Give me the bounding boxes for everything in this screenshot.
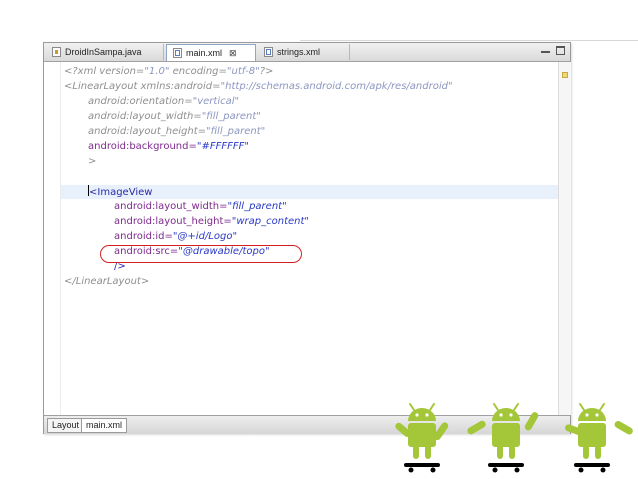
editor-gutter bbox=[44, 62, 61, 415]
tab-strings-xml[interactable]: strings.xml bbox=[258, 44, 350, 60]
maximize-icon[interactable] bbox=[556, 46, 565, 55]
tab-main-xml[interactable]: main.xml ⊠ bbox=[166, 44, 256, 61]
code-line-11: android:id="@+id/Logo" bbox=[114, 231, 238, 242]
code-line-3: android:orientation="vertical" bbox=[88, 96, 240, 107]
code-line-6: android:background="#FFFFFF" bbox=[88, 141, 249, 152]
android-robot-skateboard-icon bbox=[565, 403, 633, 474]
tab-droidinsampa-java[interactable]: DroidInSampa.java bbox=[46, 44, 164, 60]
android-skateboard-robots bbox=[395, 403, 633, 474]
android-robot-skateboard-icon bbox=[467, 403, 539, 474]
tab-layout[interactable]: Layout bbox=[47, 418, 85, 433]
tab-label: main.xml bbox=[186, 48, 223, 58]
code-line-5: android:layout_height="fill_parent" bbox=[88, 126, 266, 137]
highlight-oval bbox=[100, 245, 302, 263]
minimize-icon[interactable] bbox=[541, 46, 550, 55]
xml-code-editor[interactable]: <?xml version="1.0" encoding="utf-8"?> <… bbox=[44, 62, 558, 415]
eclipse-editor-window: DroidInSampa.java main.xml ⊠ strings.xml… bbox=[43, 42, 571, 434]
code-line-14: </LinearLayout> bbox=[64, 276, 150, 287]
code-line-4: android:layout_width="fill_parent" bbox=[88, 111, 261, 122]
tab-label: DroidInSampa.java bbox=[65, 47, 142, 57]
tab-label: strings.xml bbox=[277, 47, 321, 57]
code-line-9: android:layout_width="fill_parent" bbox=[114, 201, 287, 212]
java-file-icon bbox=[52, 47, 61, 57]
code-line-10: android:layout_height="wrap_content" bbox=[114, 216, 310, 227]
tab-main-xml-source[interactable]: main.xml bbox=[81, 418, 128, 433]
code-line-1: <?xml version="1.0" encoding="utf-8"?> bbox=[64, 66, 274, 77]
code-line-7: > bbox=[88, 156, 97, 167]
xml-file-icon bbox=[173, 48, 182, 58]
slide-divider-line bbox=[300, 40, 638, 41]
overview-ruler-marker[interactable] bbox=[562, 72, 568, 78]
xml-file-icon bbox=[264, 47, 273, 57]
editor-tab-bar: DroidInSampa.java main.xml ⊠ strings.xml bbox=[44, 43, 570, 62]
vertical-scrollbar[interactable] bbox=[558, 62, 571, 415]
code-line-8: <ImageView bbox=[88, 185, 153, 198]
android-robot-skateboard-icon bbox=[395, 403, 449, 474]
code-line-2: <LinearLayout xmlns:android="http://sche… bbox=[64, 81, 453, 92]
close-tab-icon[interactable]: ⊠ bbox=[229, 48, 237, 59]
